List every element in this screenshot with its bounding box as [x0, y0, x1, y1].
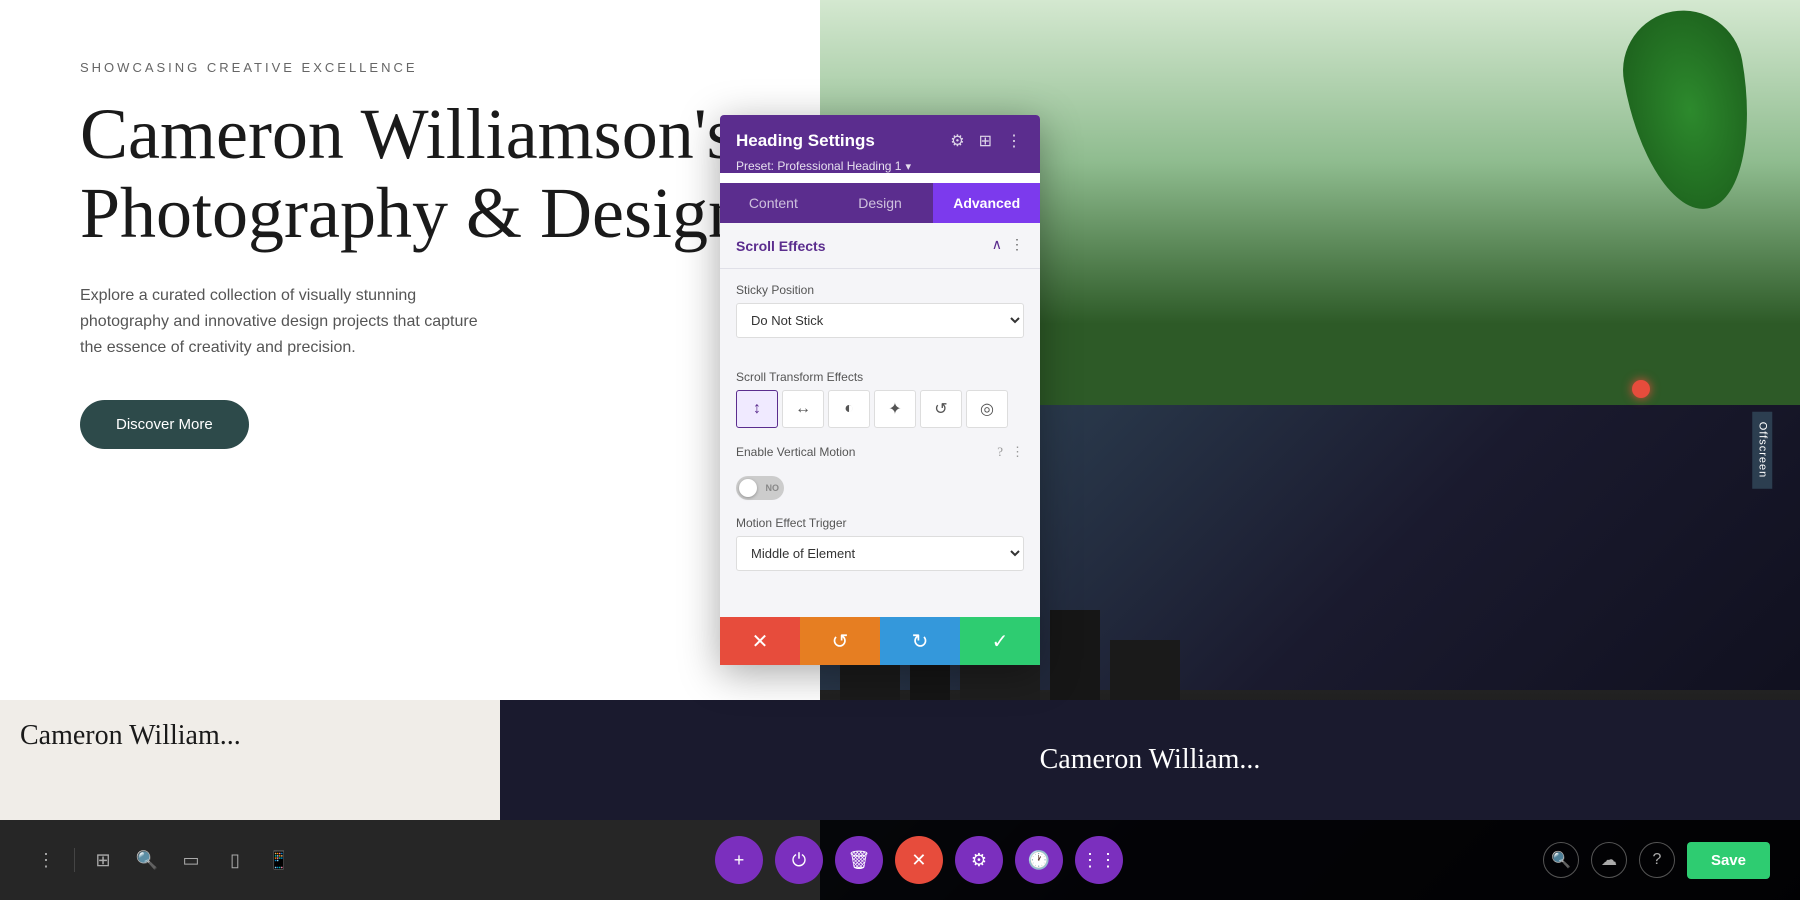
- panel-title: Heading Settings: [736, 131, 875, 151]
- page-title: Cameron Williamson's Photography & Desig…: [80, 95, 760, 253]
- panel-cancel-button[interactable]: ✕: [720, 617, 800, 665]
- scroll-effects-title: Scroll Effects: [736, 238, 825, 254]
- panel-tabs: Content Design Advanced: [720, 183, 1040, 223]
- hamburger-icon[interactable]: ⋮: [30, 844, 62, 876]
- panel-confirm-button[interactable]: ✓: [960, 617, 1040, 665]
- panel-reset-button[interactable]: ↺: [800, 617, 880, 665]
- preview-left: Cameron William...: [0, 700, 500, 820]
- transform-vertical-icon[interactable]: ↕: [736, 390, 778, 428]
- grid-icon[interactable]: ⊞: [87, 844, 119, 876]
- save-button[interactable]: Save: [1687, 842, 1770, 879]
- sticky-position-label: Sticky Position: [736, 283, 1024, 297]
- redo-icon: ↻: [912, 629, 929, 654]
- panel-preset-arrow-icon: ▾: [905, 160, 911, 173]
- motion-trigger-group: Motion Effect Trigger Middle of Element …: [736, 516, 1024, 587]
- transform-icons-row: ↕ ↔ ◐ ✦ ↺ ◎: [736, 390, 1024, 428]
- panel-form: Sticky Position Do Not Stick Stick to To…: [720, 269, 1040, 617]
- heading-settings-panel: Heading Settings ⚙ ⊞ ⋮ Preset: Professio…: [720, 115, 1040, 665]
- tab-advanced[interactable]: Advanced: [933, 183, 1040, 223]
- reset-icon: ↺: [832, 629, 849, 654]
- columns-button[interactable]: ⋮⋮: [1075, 836, 1123, 884]
- page-subtitle: SHOWCASING CREATIVE EXCELLENCE: [80, 60, 760, 75]
- panel-settings-icon[interactable]: ⚙: [948, 129, 966, 153]
- mobile-icon[interactable]: 📱: [263, 844, 295, 876]
- scroll-transform-group: Scroll Transform Effects ↕ ↔ ◐ ✦ ↺ ◎: [736, 370, 1024, 428]
- delete-button[interactable]: 🗑: [835, 836, 883, 884]
- tool-divider: [74, 848, 75, 872]
- panel-body: Scroll Effects ∧ ⋮ Sticky Position Do No…: [720, 223, 1040, 665]
- panel-title-icons: ⚙ ⊞ ⋮: [948, 129, 1024, 153]
- history-button[interactable]: 🕐: [1015, 836, 1063, 884]
- panel-preset-row: Preset: Professional Heading 1 ▾: [736, 159, 1024, 173]
- vertical-motion-toggle-container: NO: [736, 476, 1024, 500]
- toggle-knob: [739, 479, 757, 497]
- bottom-toolbar: ⋮ ⊞ 🔍 ▭ ▯ 📱 + ⏻ 🗑 ✕ ⚙ 🕐 ⋮⋮ 🔍 ☁ ? Save: [0, 820, 1800, 900]
- transform-horizontal-icon[interactable]: ↔: [782, 390, 824, 428]
- vertical-motion-label: Enable Vertical Motion: [736, 445, 989, 459]
- section-header-icons: ∧ ⋮: [992, 237, 1024, 254]
- tab-design[interactable]: Design: [827, 183, 934, 223]
- transform-blur-icon[interactable]: ✦: [874, 390, 916, 428]
- panel-preset-label: Preset: Professional Heading 1: [736, 159, 901, 173]
- search-right-button[interactable]: 🔍: [1543, 842, 1579, 878]
- sticky-position-select[interactable]: Do Not Stick Stick to Top Stick to Botto…: [736, 303, 1024, 338]
- vertical-motion-toggle[interactable]: NO: [736, 476, 784, 500]
- power-button[interactable]: ⏻: [775, 836, 823, 884]
- section-more-icon[interactable]: ⋮: [1010, 237, 1024, 254]
- vertical-motion-help-icon[interactable]: ?: [997, 444, 1003, 460]
- motion-trigger-label: Motion Effect Trigger: [736, 516, 1024, 530]
- tab-content[interactable]: Content: [720, 183, 827, 223]
- cloud-button[interactable]: ☁: [1591, 842, 1627, 878]
- close-button[interactable]: ✕: [895, 836, 943, 884]
- panel-action-buttons: ✕ ↺ ↻ ✓: [720, 617, 1040, 665]
- transform-rotate-icon[interactable]: ↺: [920, 390, 962, 428]
- preview-left-text: Cameron William...: [0, 700, 500, 772]
- section-collapse-icon[interactable]: ∧: [992, 237, 1002, 254]
- motion-trigger-select[interactable]: Middle of Element Top of Element Bottom …: [736, 536, 1024, 571]
- transform-scale-icon[interactable]: ◎: [966, 390, 1008, 428]
- vertical-motion-more-icon[interactable]: ⋮: [1011, 444, 1024, 460]
- page-description: Explore a curated collection of visually…: [80, 283, 500, 360]
- preview-right: Cameron William...: [500, 700, 1800, 820]
- search-icon[interactable]: 🔍: [131, 844, 163, 876]
- panel-redo-button[interactable]: ↻: [880, 617, 960, 665]
- vertical-motion-row: Enable Vertical Motion ? ⋮: [736, 444, 1024, 460]
- confirm-icon: ✓: [992, 629, 1009, 654]
- help-button[interactable]: ?: [1639, 842, 1675, 878]
- cancel-icon: ✕: [752, 629, 769, 654]
- preview-right-text: Cameron William...: [1040, 744, 1261, 776]
- panel-layout-icon[interactable]: ⊞: [977, 129, 994, 153]
- bottom-center-tools: + ⏻ 🗑 ✕ ⚙ 🕐 ⋮⋮: [715, 836, 1123, 884]
- panel-title-row: Heading Settings ⚙ ⊞ ⋮: [736, 129, 1024, 153]
- sticky-position-group: Sticky Position Do Not Stick Stick to To…: [736, 283, 1024, 354]
- bottom-right-tools: 🔍 ☁ ? Save: [1543, 842, 1770, 879]
- tablet-icon[interactable]: ▯: [219, 844, 251, 876]
- desktop-icon[interactable]: ▭: [175, 844, 207, 876]
- panel-more-icon[interactable]: ⋮: [1004, 129, 1024, 153]
- scroll-effects-section-header: Scroll Effects ∧ ⋮: [720, 223, 1040, 269]
- add-element-button[interactable]: +: [715, 836, 763, 884]
- panel-header: Heading Settings ⚙ ⊞ ⋮ Preset: Professio…: [720, 115, 1040, 173]
- discover-more-button[interactable]: Discover More: [80, 400, 249, 449]
- bottom-left-tools: ⋮ ⊞ 🔍 ▭ ▯ 📱: [30, 844, 295, 876]
- scroll-transform-label: Scroll Transform Effects: [736, 370, 1024, 384]
- settings-button[interactable]: ⚙: [955, 836, 1003, 884]
- bottom-preview-strip: Cameron William... Cameron William...: [0, 700, 1800, 820]
- transform-opacity-icon[interactable]: ◐: [828, 390, 870, 428]
- toggle-no-label: NO: [766, 483, 780, 493]
- offscreen-label: Offscreen: [1752, 412, 1772, 489]
